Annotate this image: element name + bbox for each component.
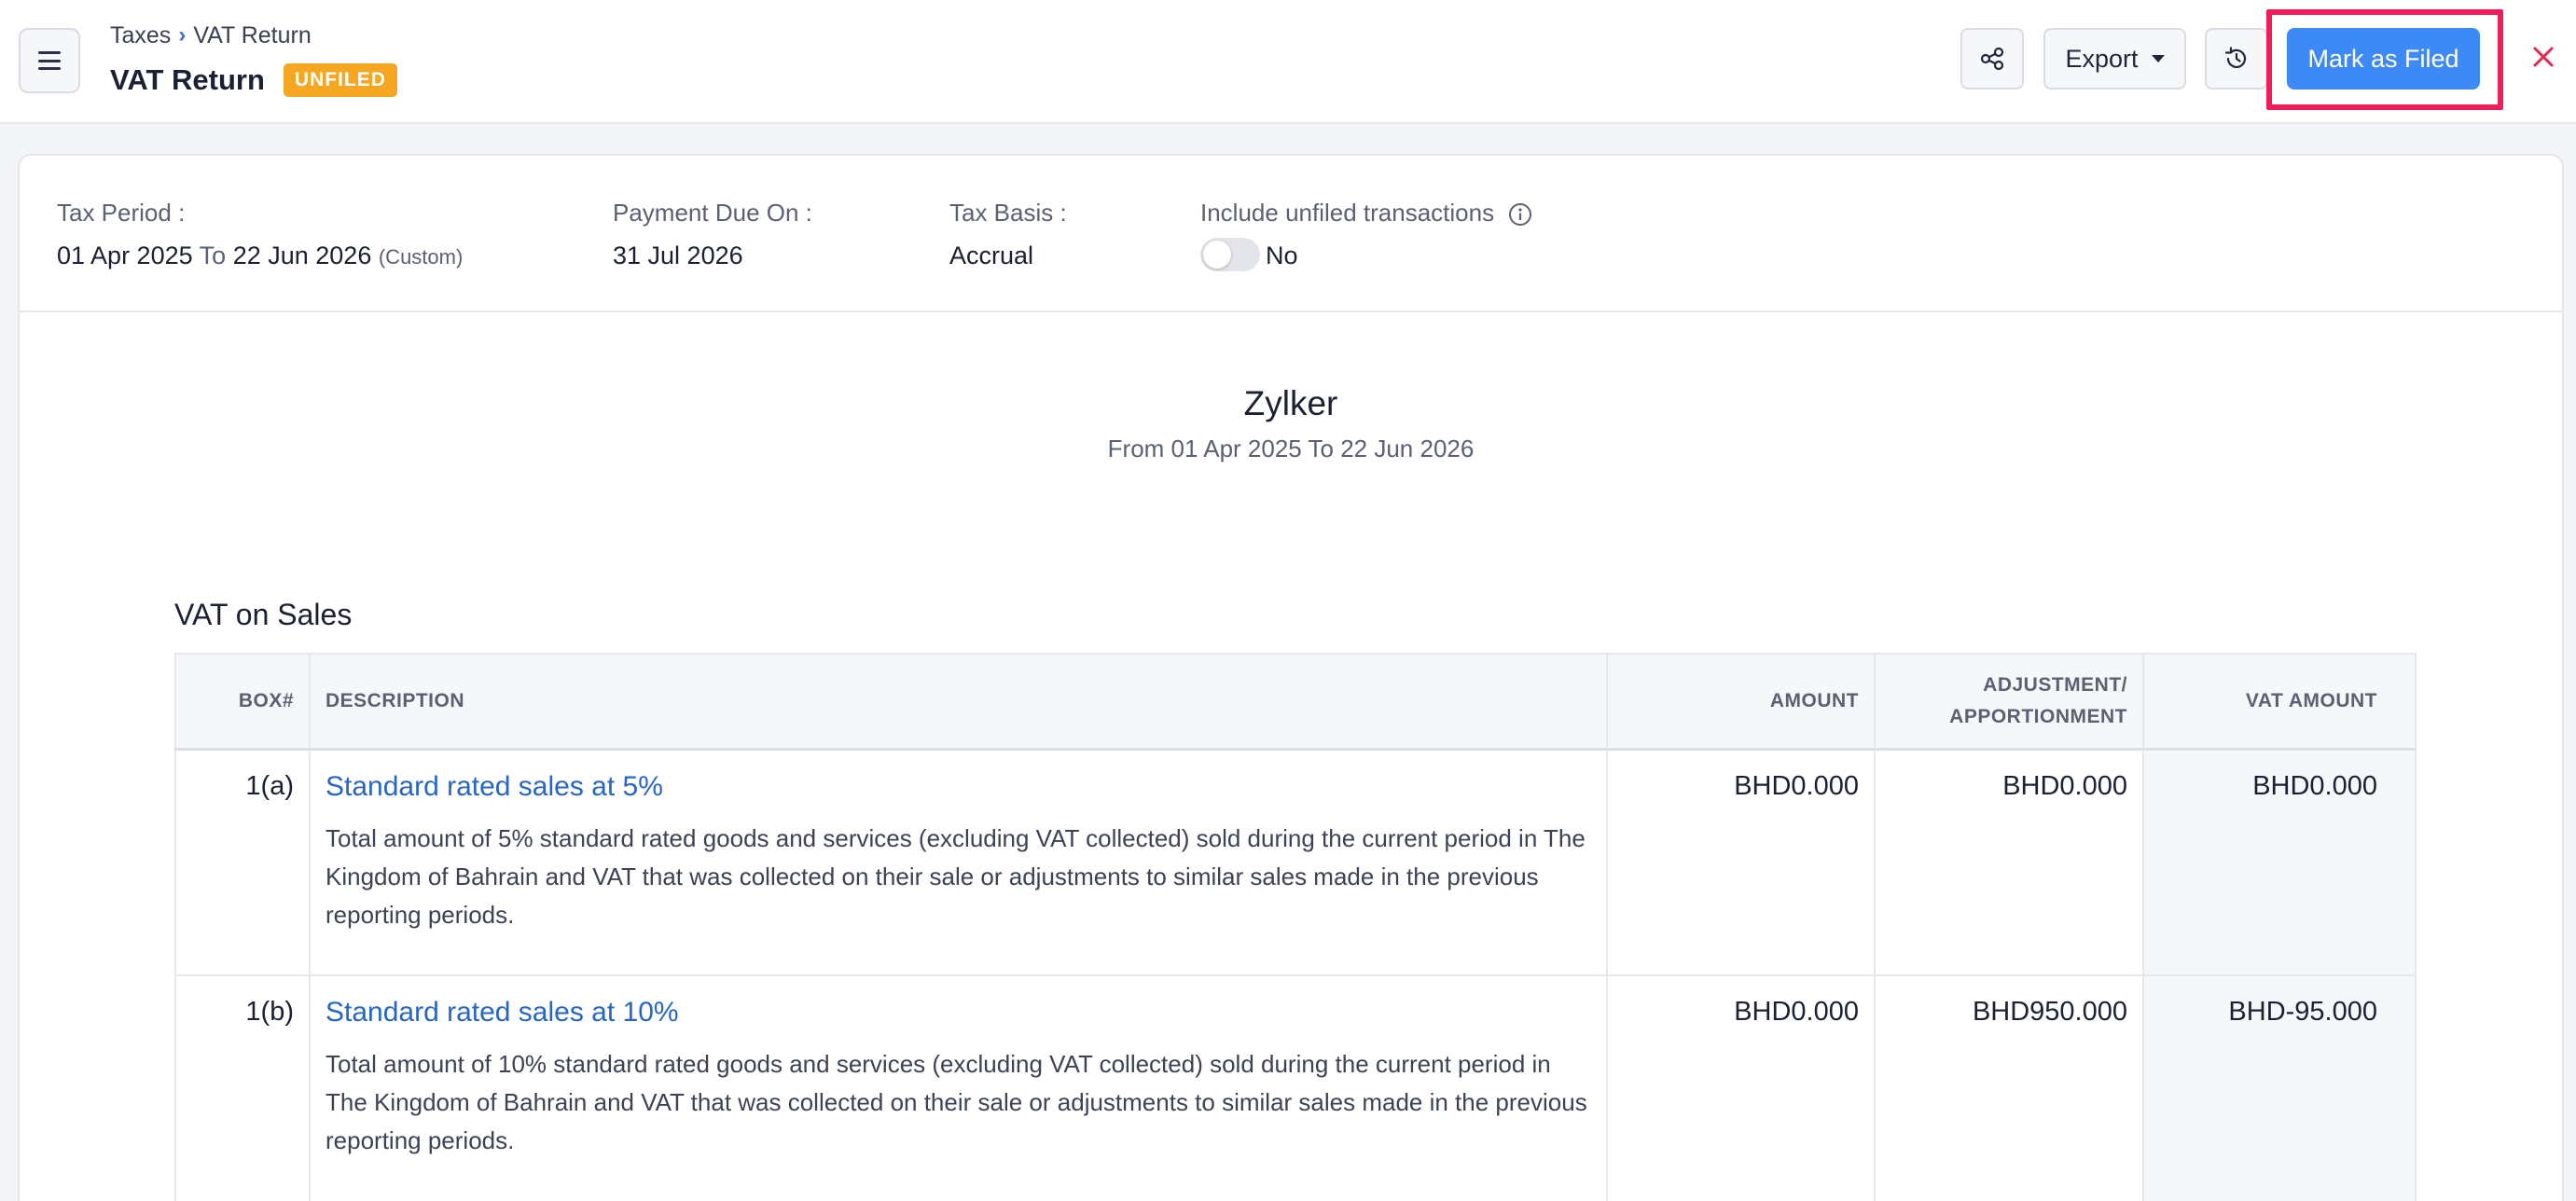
column-header-adjustment: ADJUSTMENT/ APPORTIONMENT [1874,653,2144,751]
column-header-amount: AMOUNT [1606,653,1876,751]
tax-period-to: 22 Jun 2026 [232,242,372,269]
breadcrumb: Taxes › VAT Return [110,21,312,50]
payment-due-label: Payment Due On : [613,199,812,227]
breadcrumb-current: VAT Return [193,21,312,48]
close-button[interactable] [2528,41,2559,73]
tax-period-to-word: To [199,242,227,269]
caret-down-icon [2151,55,2165,62]
include-unfiled-value: No [1266,242,1298,269]
toggle-knob [1203,241,1231,269]
vat-sales-table: BOX# DESCRIPTION AMOUNT ADJUSTMENT/ APPO… [174,653,2417,1201]
chevron-right-icon: › [178,22,187,48]
breadcrumb-parent[interactable]: Taxes [110,22,171,49]
row-title-link[interactable]: Standard rated sales at 5% [325,771,1591,803]
box-number: 1(b) [174,974,311,1201]
payment-due-value: 31 Jul 2026 [613,242,743,269]
export-dropdown[interactable]: Export [2043,28,2186,90]
tax-period-note: (Custom) [378,245,464,269]
status-badge: UNFILED [283,63,397,97]
info-icon[interactable] [1508,202,1532,227]
column-header-description: DESCRIPTION [309,653,1608,751]
report-heading: Zylker From 01 Apr 2025 To 22 Jun 2026 [20,384,2562,463]
include-unfiled-toggle[interactable] [1200,238,1260,271]
close-icon [2533,47,2554,67]
vat-amount-cell: BHD-95.000 [2142,974,2417,1201]
amount-cell: BHD0.000 [1606,974,1876,1201]
table-row: 1(a) Standard rated sales at 5% Total am… [174,748,2417,976]
row-description: Total amount of 10% standard rated goods… [325,1050,1587,1154]
row-title-link[interactable]: Standard rated sales at 10% [325,997,1591,1028]
tax-period-from: 01 Apr 2025 [57,242,193,269]
column-header-adjustment-line2: APPORTIONMENT [1949,705,2127,727]
history-button[interactable] [2205,28,2268,90]
vat-amount-cell: BHD0.000 [2142,748,2417,976]
share-icon [1980,47,2004,71]
adjustment-cell: BHD950.000 [1874,974,2144,1201]
table-row: 1(b) Standard rated sales at 10% Total a… [174,974,2417,1201]
hamburger-icon [38,51,61,70]
description-cell: Standard rated sales at 10% Total amount… [309,974,1608,1201]
page-title: VAT Return [110,63,265,96]
include-unfiled-text: Include unfiled transactions [1200,199,1495,227]
column-header-adjustment-line1: ADJUSTMENT/ [1983,673,2127,696]
report-date-range: From 01 Apr 2025 To 22 Jun 2026 [1107,435,1475,462]
adjustment-cell: BHD0.000 [1874,748,2144,976]
tax-period-value[interactable]: 01 Apr 2025 To 22 Jun 2026 (Custom) [57,242,463,270]
tax-basis-value: Accrual [949,242,1034,269]
section-title: VAT on Sales [174,598,353,631]
description-cell: Standard rated sales at 5% Total amount … [309,748,1608,976]
table-header-row: BOX# DESCRIPTION AMOUNT ADJUSTMENT/ APPO… [174,653,2417,751]
filter-bar: Tax Period : 01 Apr 2025 To 22 Jun 2026 … [20,156,2562,312]
page-header: Taxes › VAT Return VAT Return UNFILED Ex… [0,0,2576,124]
mark-as-filed-button[interactable]: Mark as Filed [2287,28,2480,90]
include-unfiled-label: Include unfiled transactions [1200,199,1532,228]
tax-basis-label: Tax Basis : [949,199,1067,227]
export-label: Export [2065,44,2139,73]
tax-period-label: Tax Period : [57,199,186,227]
title-row: VAT Return UNFILED [110,60,397,101]
column-header-box: BOX# [174,653,311,751]
amount-cell: BHD0.000 [1606,748,1876,976]
column-header-vat-amount: VAT AMOUNT [2142,653,2417,751]
row-description: Total amount of 5% standard rated goods … [325,823,1586,929]
history-icon [2224,47,2247,68]
share-button[interactable] [1960,28,2024,90]
menu-button[interactable] [19,28,80,93]
organization-name: Zylker [1243,384,1338,422]
box-number: 1(a) [174,748,311,976]
report-card: Tax Period : 01 Apr 2025 To 22 Jun 2026 … [18,154,2564,1201]
